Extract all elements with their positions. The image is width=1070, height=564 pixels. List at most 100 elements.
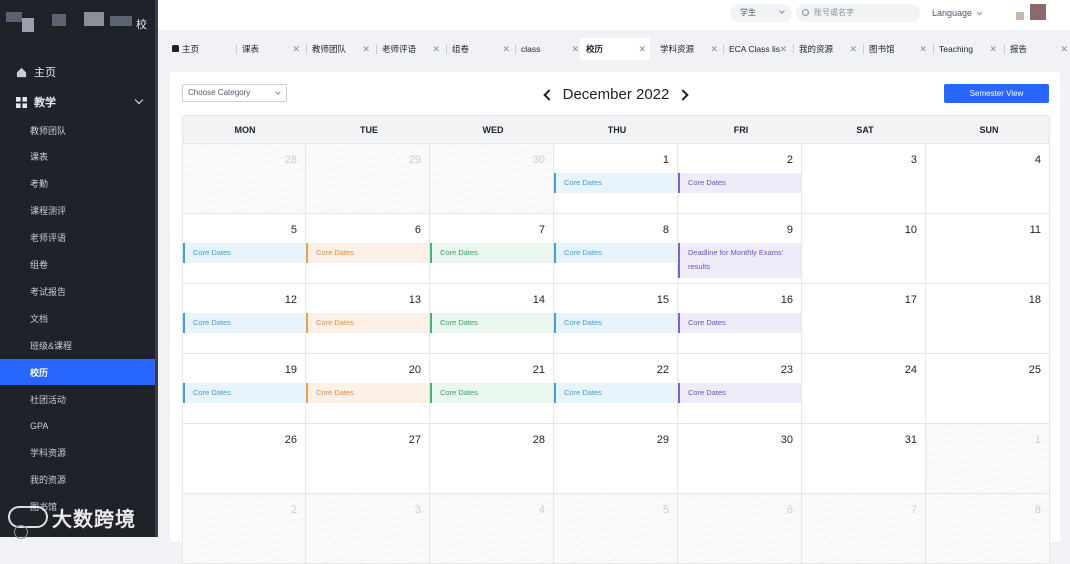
sidebar-item[interactable]: 文档 <box>0 305 155 331</box>
semester-view-button[interactable]: Semester View <box>944 84 1049 103</box>
close-icon[interactable]: ✕ <box>638 38 646 60</box>
day-cell[interactable]: 17 <box>802 284 926 354</box>
close-icon[interactable]: ✕ <box>571 38 579 60</box>
day-cell[interactable]: 19 Core Dates <box>182 354 306 424</box>
day-cell[interactable]: 30 <box>430 144 554 214</box>
day-cell[interactable]: 3 <box>306 494 430 564</box>
sidebar-section-teaching[interactable]: 教学 <box>0 88 158 116</box>
tab[interactable]: 我的资源 ✕ <box>793 38 861 60</box>
calendar-event[interactable]: Core Dates <box>183 383 306 403</box>
tab[interactable]: Teaching ✕ <box>933 38 1001 60</box>
close-icon[interactable]: ✕ <box>710 38 718 60</box>
day-cell[interactable]: 14 Core Dates <box>430 284 554 354</box>
calendar-event[interactable]: Core Dates <box>554 313 677 333</box>
sidebar-item[interactable]: 社团活动 <box>0 386 155 412</box>
close-icon[interactable]: ✕ <box>292 38 300 60</box>
calendar-event[interactable]: Core Dates <box>183 243 306 263</box>
close-icon[interactable]: ✕ <box>432 38 440 60</box>
close-icon[interactable]: ✕ <box>1060 38 1068 60</box>
day-cell[interactable]: 15 Core Dates <box>554 284 678 354</box>
calendar-event[interactable]: Core Dates <box>554 383 677 403</box>
day-cell[interactable]: 9 Deadline for Monthly Exams' results <box>678 214 802 284</box>
calendar-event[interactable]: Core Dates <box>430 243 553 263</box>
calendar-event[interactable]: Core Dates <box>678 383 801 403</box>
role-select[interactable]: 学生 <box>730 4 792 22</box>
day-cell[interactable]: 3 <box>802 144 926 214</box>
day-cell[interactable]: 29 <box>554 424 678 494</box>
calendar-event[interactable]: Core Dates <box>306 243 429 263</box>
sidebar-item[interactable]: 班级&课程 <box>0 332 155 358</box>
day-cell[interactable]: 7 <box>802 494 926 564</box>
tab[interactable]: 教师团队 ✕ <box>306 38 374 60</box>
day-cell[interactable]: 2 <box>182 494 306 564</box>
sidebar-item[interactable]: 学科资源 <box>0 440 155 466</box>
day-cell[interactable]: 8 Core Dates <box>554 214 678 284</box>
calendar-event[interactable]: Core Dates <box>678 313 801 333</box>
calendar-event[interactable]: Core Dates <box>554 243 677 263</box>
day-cell[interactable]: 29 <box>306 144 430 214</box>
day-cell[interactable]: 31 <box>802 424 926 494</box>
sidebar-scrollbar[interactable] <box>155 0 158 537</box>
sidebar-item[interactable]: 课程测评 <box>0 198 155 224</box>
tab[interactable]: 老师评语 ✕ <box>376 38 444 60</box>
calendar-event[interactable]: Core Dates <box>306 313 429 333</box>
tab[interactable]: 学科资源 ✕ <box>654 38 722 60</box>
sidebar-item[interactable]: GPA <box>0 413 155 439</box>
sidebar-item[interactable]: 考试报告 <box>0 278 155 304</box>
day-cell[interactable]: 4 <box>430 494 554 564</box>
avatar[interactable] <box>1030 4 1046 20</box>
close-icon[interactable]: ✕ <box>502 38 510 60</box>
sidebar-item-home[interactable]: 主页 <box>0 58 158 86</box>
day-cell[interactable]: 10 <box>802 214 926 284</box>
day-cell[interactable]: 16 Core Dates <box>678 284 802 354</box>
day-cell[interactable]: 30 <box>678 424 802 494</box>
day-cell[interactable]: 26 <box>182 424 306 494</box>
day-cell[interactable]: 21 Core Dates <box>430 354 554 424</box>
day-cell[interactable]: 13 Core Dates <box>306 284 430 354</box>
sidebar-item[interactable]: 校历 <box>0 359 155 386</box>
tab[interactable]: 课表 ✕ <box>236 38 304 60</box>
sidebar-item[interactable]: 老师评语 <box>0 225 155 251</box>
tab[interactable]: 组卷 ✕ <box>446 38 514 60</box>
tab[interactable]: 报告 ✕ <box>1004 38 1070 60</box>
category-select[interactable]: Choose Category <box>182 84 287 102</box>
day-cell[interactable]: 27 <box>306 424 430 494</box>
tab[interactable]: class ✕ <box>515 38 583 60</box>
calendar-event[interactable]: Core Dates <box>430 313 553 333</box>
day-cell[interactable]: 4 <box>926 144 1050 214</box>
tab[interactable]: 校历 ✕ <box>580 38 650 60</box>
close-icon[interactable]: ✕ <box>849 38 857 60</box>
tab[interactable]: 图书馆 ✕ <box>863 38 931 60</box>
notification-icon[interactable] <box>1016 12 1024 20</box>
search-input[interactable]: 账号或名字 <box>796 4 920 22</box>
calendar-event[interactable]: Core Dates <box>554 173 677 193</box>
calendar-event[interactable]: Core Dates <box>183 313 306 333</box>
calendar-event[interactable]: Core Dates <box>430 383 553 403</box>
day-cell[interactable]: 28 <box>182 144 306 214</box>
close-icon[interactable]: ✕ <box>362 38 370 60</box>
day-cell[interactable]: 22 Core Dates <box>554 354 678 424</box>
day-cell[interactable]: 1 <box>926 424 1050 494</box>
day-cell[interactable]: 11 <box>926 214 1050 284</box>
sidebar-item[interactable]: 组卷 <box>0 252 155 278</box>
language-select[interactable]: Language <box>932 8 983 18</box>
day-cell[interactable]: 1 Core Dates <box>554 144 678 214</box>
day-cell[interactable]: 24 <box>802 354 926 424</box>
sidebar-item[interactable]: 我的资源 <box>0 467 155 493</box>
tab[interactable]: 主页 <box>166 38 234 60</box>
day-cell[interactable]: 25 <box>926 354 1050 424</box>
day-cell[interactable]: 5 Core Dates <box>182 214 306 284</box>
calendar-event[interactable]: Core Dates <box>306 383 429 403</box>
day-cell[interactable]: 6 <box>678 494 802 564</box>
day-cell[interactable]: 28 <box>430 424 554 494</box>
close-icon[interactable]: ✕ <box>919 38 927 60</box>
day-cell[interactable]: 2 Core Dates <box>678 144 802 214</box>
day-cell[interactable]: 12 Core Dates <box>182 284 306 354</box>
sidebar-item[interactable]: 考勤 <box>0 171 155 197</box>
close-icon[interactable]: ✕ <box>989 38 997 60</box>
day-cell[interactable]: 8 <box>926 494 1050 564</box>
day-cell[interactable]: 18 <box>926 284 1050 354</box>
close-icon[interactable]: ✕ <box>779 38 787 60</box>
day-cell[interactable]: 23 Core Dates <box>678 354 802 424</box>
calendar-event[interactable]: Core Dates <box>678 173 801 193</box>
